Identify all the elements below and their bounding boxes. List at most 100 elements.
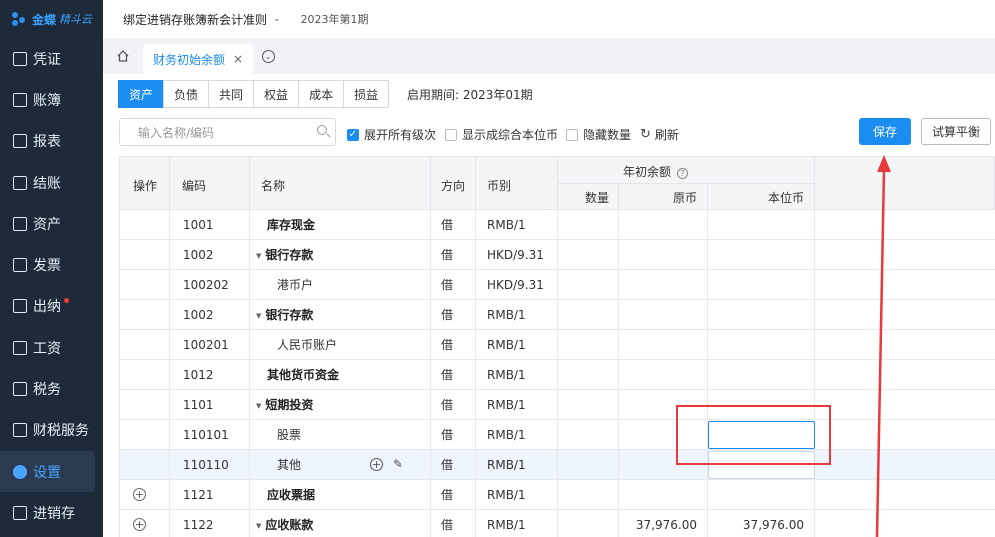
caret-down-icon[interactable]: ▼ (256, 301, 261, 331)
close-icon[interactable]: × (233, 52, 243, 66)
table-row[interactable]: +1122 ▼ 应收账款 借 RMB/1 37,976.00 37,976.00 (119, 510, 995, 537)
cell-code: 1002 (183, 248, 214, 262)
cell-local-amount[interactable] (708, 480, 804, 510)
cell-original-amount[interactable] (619, 480, 697, 510)
table-row[interactable]: 1101 ▼ 短期投资 借 RMB/1 (119, 390, 995, 420)
table-row[interactable]: 100202 港币户 借 HKD/9.31 (119, 270, 995, 300)
caret-down-icon[interactable]: ▼ (256, 241, 261, 271)
sidebar-item-6[interactable]: 出纳 (0, 286, 103, 327)
checkbox-checked-icon: ✓ (347, 128, 359, 141)
table-row[interactable]: 1002 ▼ 银行存款 借 HKD/9.31 (119, 240, 995, 270)
cell-original-amount[interactable] (619, 360, 697, 390)
show-combined-checkbox[interactable]: 显示成综合本位币 (445, 126, 558, 143)
sidebar-item-2[interactable]: 报表 (0, 121, 103, 162)
sidebar-item-0[interactable]: 凭证 (0, 38, 103, 79)
settings-icon (13, 464, 27, 479)
cell-local-amount[interactable] (708, 330, 804, 360)
cell-local-amount[interactable] (708, 210, 804, 240)
add-row-icon[interactable]: + (133, 488, 146, 501)
refresh-button[interactable]: ↻ 刷新 (640, 126, 679, 143)
cell-original-amount[interactable] (619, 240, 697, 270)
cell-local-amount[interactable] (708, 300, 804, 330)
brand-name: 金蝶 (32, 12, 57, 27)
caret-down-icon[interactable]: ▼ (256, 391, 261, 421)
sidebar-item-label: 凭证 (33, 51, 61, 68)
segment-tab-0[interactable]: 资产 (118, 80, 165, 108)
hide-quantity-checkbox[interactable]: 隐藏数量 (566, 126, 631, 143)
cell-name-text: 人民币账户 (277, 338, 338, 352)
sidebar-item-8[interactable]: 税务 (0, 368, 103, 409)
trial-balance-button[interactable]: 试算平衡 (921, 118, 991, 145)
cell-local-amount[interactable] (708, 360, 804, 390)
cell-currency: RMB/1 (487, 308, 526, 322)
cell-original-amount[interactable] (619, 270, 697, 300)
segment-tab-3[interactable]: 权益 (253, 80, 300, 108)
search-icon[interactable] (317, 125, 327, 135)
table-row[interactable]: 110101 股票 借 RMB/1 (119, 420, 995, 450)
balance-table: 操作 编码 名称 方向 币别 年初余额 ? 数量 原币 本位币 1001 库存现金… (119, 156, 995, 537)
sidebar-item-3[interactable]: 结账 (0, 162, 103, 203)
sidebar-item-11[interactable]: 进销存 (0, 492, 103, 533)
segment-tab-1[interactable]: 负债 (163, 80, 210, 108)
cell-direction: 借 (441, 518, 454, 532)
sidebar-item-7[interactable]: 工资 (0, 327, 103, 368)
chevron-down-icon: ⌄ (261, 49, 275, 63)
cell-currency: RMB/1 (487, 398, 526, 412)
sidebar-item-9[interactable]: 财税服务 (0, 410, 103, 451)
cell-direction: 借 (441, 458, 454, 472)
table-row[interactable]: 1012 其他货币资金 借 RMB/1 (119, 360, 995, 390)
save-button[interactable]: 保存 (859, 118, 911, 145)
table-row[interactable]: 1001 库存现金 借 RMB/1 (119, 210, 995, 240)
cell-direction: 借 (441, 248, 454, 262)
search-input[interactable]: 输入名称/编码 (119, 118, 336, 146)
logo-icon (10, 11, 30, 27)
cell-direction: 借 (441, 338, 454, 352)
cell-original-amount[interactable]: 37,976.00 (619, 510, 697, 537)
sidebar-item-label: 账簿 (33, 92, 61, 109)
home-icon[interactable] (103, 38, 143, 74)
cell-original-amount[interactable] (619, 300, 697, 330)
sidebar-item-10[interactable]: 设置 (0, 450, 95, 493)
sidebar-item-label: 工资 (33, 340, 61, 357)
caret-down-icon[interactable]: ▼ (256, 511, 261, 537)
sidebar-item-5[interactable]: 发票 (0, 244, 103, 285)
cell-original-amount[interactable] (619, 330, 697, 360)
cell-local-amount[interactable]: 37,976.00 (708, 510, 804, 537)
cell-original-amount[interactable] (619, 210, 697, 240)
invoice-icon (13, 258, 27, 273)
sidebar-item-label: 出纳 (33, 299, 61, 316)
tab-opening-balance[interactable]: 财务初始余额 × (143, 44, 254, 74)
annotation-highlight-box (676, 405, 831, 465)
cell-direction: 借 (441, 278, 454, 292)
cell-name: 库存现金 (267, 210, 315, 240)
segment-tab-4[interactable]: 成本 (298, 80, 345, 108)
table-row[interactable]: 110110 其他 + ✎ 借 RMB/1 (119, 450, 995, 480)
sidebar-item-4[interactable]: 资产 (0, 203, 103, 244)
cell-direction: 借 (441, 398, 454, 412)
cell-currency: RMB/1 (487, 218, 526, 232)
cell-name-text: 库存现金 (267, 218, 316, 232)
cell-name-text: 应收票据 (267, 488, 316, 502)
tab-more-button[interactable]: ⌄ (253, 38, 283, 74)
table-row[interactable]: 100201 人民币账户 借 RMB/1 (119, 330, 995, 360)
help-icon[interactable]: ? (676, 168, 688, 179)
checkbox-icon (445, 128, 457, 141)
add-row-icon[interactable]: + (133, 518, 146, 531)
sidebar-item-1[interactable]: 账簿 (0, 79, 103, 120)
table-row[interactable]: +1121 应收票据 借 RMB/1 (119, 480, 995, 510)
checkbox-icon (566, 128, 578, 141)
header-local: 本位币 (768, 191, 805, 205)
add-subaccount-icon[interactable]: + (370, 458, 383, 471)
cell-local-amount[interactable] (708, 270, 804, 300)
edit-icon[interactable]: ✎ (393, 458, 403, 471)
sidebar-item-label: 资产 (33, 216, 61, 233)
table-row[interactable]: 1002 ▼ 银行存款 借 RMB/1 (119, 300, 995, 330)
header-original: 原币 (673, 191, 698, 205)
account-book-selector[interactable]: 绑定进销存账簿新会计准则 (123, 11, 267, 28)
expand-all-checkbox[interactable]: ✓ 展开所有级次 (347, 126, 436, 143)
chevron-down-icon[interactable]: ⌄ (273, 14, 281, 24)
segment-tab-5[interactable]: 损益 (343, 80, 390, 108)
segment-tab-2[interactable]: 共同 (208, 80, 255, 108)
cell-local-amount[interactable] (708, 240, 804, 270)
header-quantity: 数量 (585, 191, 610, 205)
